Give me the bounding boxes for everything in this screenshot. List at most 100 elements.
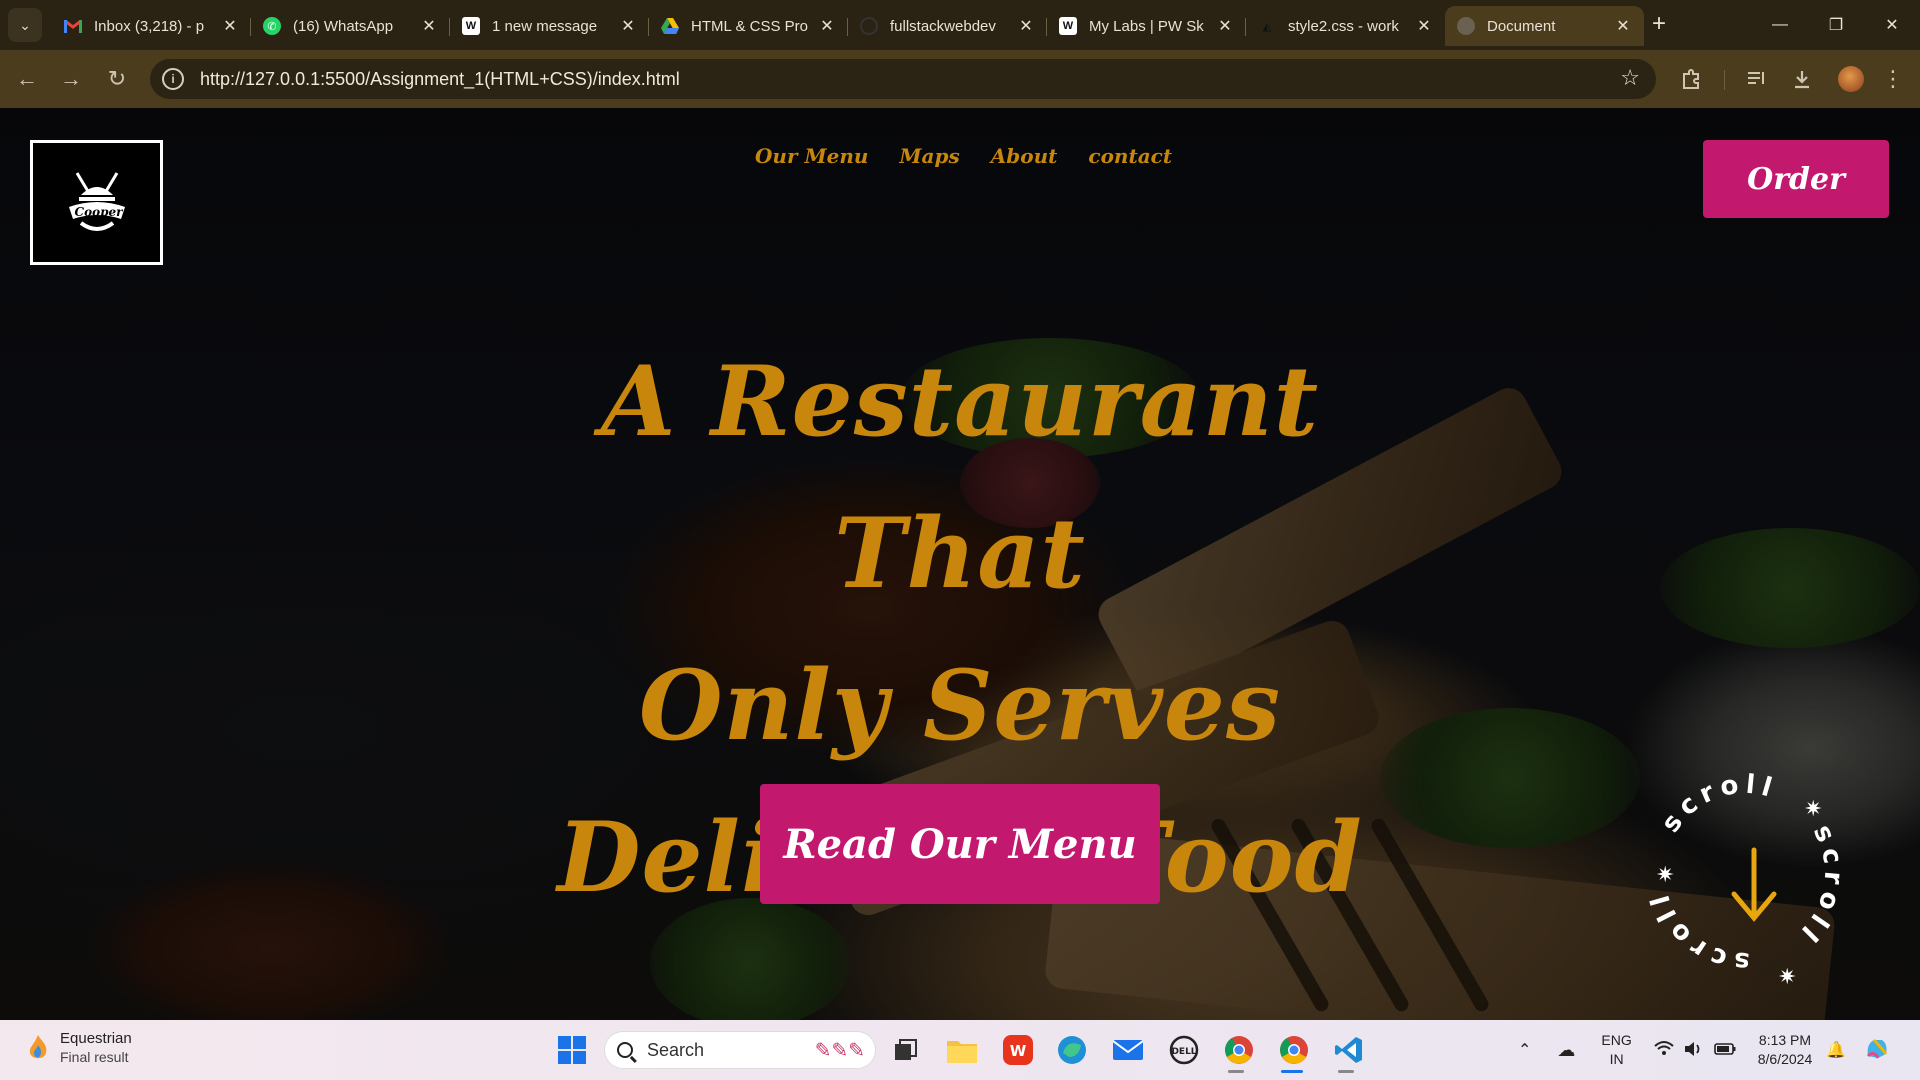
- tab-drive[interactable]: HTML & CSS Pro ✕: [649, 6, 848, 46]
- tab-whatsapp[interactable]: ✆ (16) WhatsApp ✕: [251, 6, 450, 46]
- extensions-icon[interactable]: [1676, 64, 1706, 94]
- close-tab-icon[interactable]: ✕: [818, 16, 836, 36]
- nav-link-contact[interactable]: contact: [1088, 144, 1172, 168]
- headline-line: A Restaurant That: [600, 345, 1320, 610]
- weather-widget[interactable]: Equestrian Final result: [26, 1030, 132, 1065]
- widget-title: Equestrian: [60, 1030, 132, 1047]
- back-icon[interactable]: ←: [12, 64, 42, 94]
- read-menu-button[interactable]: Read Our Menu: [760, 784, 1160, 904]
- search-highlight-icon: ✎✎✎: [814, 1040, 865, 1062]
- close-tab-icon[interactable]: ✕: [1415, 16, 1433, 36]
- tab-search-button[interactable]: ⌄: [8, 8, 42, 42]
- nav-link-about[interactable]: About: [991, 144, 1058, 168]
- taskbar-search[interactable]: Search ✎✎✎: [604, 1031, 876, 1069]
- tab-title: fullstackwebdev: [890, 17, 996, 35]
- reload-icon[interactable]: ↻: [102, 64, 132, 94]
- arrow-down-icon: [1731, 847, 1777, 922]
- scroll-ring-text: scroll: [1791, 820, 1842, 951]
- close-tab-icon[interactable]: ✕: [1216, 16, 1234, 36]
- wifi-icon[interactable]: [1654, 1040, 1674, 1061]
- system-tray: ⌃ ☁ ENG IN 8:13 PM 8/6/2024 🔔: [1518, 1020, 1890, 1080]
- volume-icon[interactable]: [1684, 1041, 1704, 1060]
- svg-text:✷: ✷: [1778, 964, 1796, 988]
- os-taskbar: Equestrian Final result Search ✎✎✎ W DEL…: [0, 1020, 1920, 1080]
- chrome-icon[interactable]: [1276, 1032, 1312, 1068]
- battery-icon[interactable]: [1713, 1042, 1736, 1058]
- nav-link-maps[interactable]: Maps: [899, 144, 959, 168]
- site-logo[interactable]: Cooper: [30, 140, 163, 265]
- minimize-icon[interactable]: —: [1752, 0, 1808, 50]
- restore-icon[interactable]: ❐: [1808, 0, 1864, 50]
- page-hero: Cooper Our Menu Maps About contact Order…: [0, 108, 1920, 1020]
- clock-date: 8/6/2024: [1757, 1051, 1813, 1067]
- order-button[interactable]: Order: [1703, 140, 1889, 218]
- close-window-icon[interactable]: ✕: [1864, 0, 1920, 50]
- tab-gmail[interactable]: Inbox (3,218) - p ✕: [52, 6, 251, 46]
- address-bar[interactable]: i http://127.0.0.1:5500/Assignment_1(HTM…: [150, 59, 1656, 99]
- pwskills-icon: W: [462, 17, 480, 35]
- svg-text:✷: ✷: [1656, 862, 1674, 887]
- download-icon[interactable]: [1787, 64, 1817, 94]
- tab-codesandbox[interactable]: ◭ style2.css - work ✕: [1246, 6, 1445, 46]
- scroll-indicator[interactable]: scroll scroll scroll ✷ ✷ ✷: [1630, 758, 1860, 988]
- whatsapp-icon: ✆: [263, 17, 281, 35]
- tab-title: Inbox (3,218) - p: [94, 17, 205, 35]
- browser-toolbar: ← → ↻ i http://127.0.0.1:5500/Assignment…: [0, 50, 1920, 108]
- new-tab-icon[interactable]: +: [1652, 12, 1666, 36]
- edge-icon[interactable]: [1054, 1032, 1090, 1068]
- language-indicator[interactable]: ENG IN: [1601, 1031, 1631, 1069]
- dell-icon[interactable]: DELL: [1166, 1032, 1202, 1068]
- forward-icon[interactable]: →: [56, 64, 86, 94]
- svg-text:scroll: scroll: [1656, 769, 1781, 838]
- start-icon[interactable]: [554, 1032, 590, 1068]
- nav-link-our-menu[interactable]: Our Menu: [755, 144, 868, 168]
- headline-line: Only Serves: [639, 649, 1281, 762]
- language-line: ENG: [1601, 1032, 1632, 1048]
- search-icon: [617, 1042, 633, 1058]
- codesandbox-icon: ◭: [1262, 20, 1272, 33]
- chevron-up-icon[interactable]: ⌃: [1518, 1040, 1531, 1060]
- task-view-icon[interactable]: [888, 1032, 924, 1068]
- notification-bell-icon[interactable]: 🔔: [1826, 1040, 1846, 1060]
- cloud-offline-icon[interactable]: ☁: [1557, 1040, 1575, 1061]
- browser-tabstrip: ⌄ Inbox (3,218) - p ✕ ✆ (16) WhatsApp ✕ …: [0, 0, 1920, 50]
- gmail-icon: [64, 17, 82, 35]
- pwskills-icon: W: [1059, 17, 1077, 35]
- profile-avatar[interactable]: [1838, 66, 1864, 92]
- wps-office-icon[interactable]: W: [1000, 1032, 1036, 1068]
- tab-github[interactable]: fullstackwebdev ✕: [848, 6, 1047, 46]
- file-explorer-icon[interactable]: [944, 1032, 980, 1068]
- tab-title: (16) WhatsApp: [293, 17, 394, 35]
- tab-title: Document: [1487, 17, 1556, 35]
- bookmark-star-icon[interactable]: ☆: [1620, 65, 1640, 91]
- clock-time: 8:13 PM: [1758, 1032, 1812, 1048]
- copilot-icon[interactable]: [1864, 1036, 1890, 1065]
- tab-list: Inbox (3,218) - p ✕ ✆ (16) WhatsApp ✕ W …: [52, 6, 1644, 46]
- tab-my-labs[interactable]: W My Labs | PW Sk ✕: [1047, 6, 1246, 46]
- tab-document[interactable]: Document ✕: [1445, 6, 1644, 46]
- reading-list-icon[interactable]: [1742, 64, 1772, 94]
- clock[interactable]: 8:13 PM 8/6/2024: [1758, 1031, 1813, 1069]
- svg-text:W: W: [1010, 1042, 1027, 1060]
- google-drive-icon: [661, 17, 679, 35]
- close-tab-icon[interactable]: ✕: [420, 16, 438, 36]
- close-tab-icon[interactable]: ✕: [221, 16, 239, 36]
- cooper-logo-icon: [68, 171, 125, 231]
- mail-icon[interactable]: [1110, 1032, 1146, 1068]
- tab-message[interactable]: W 1 new message ✕: [450, 6, 649, 46]
- scroll-ring-text: scroll: [1656, 769, 1775, 838]
- flame-icon: [29, 1034, 47, 1058]
- close-tab-icon[interactable]: ✕: [1017, 16, 1035, 36]
- scroll-ring-text: scroll: [1644, 886, 1745, 976]
- chrome-icon[interactable]: [1221, 1032, 1257, 1068]
- close-tab-icon[interactable]: ✕: [1614, 16, 1632, 36]
- site-info-icon[interactable]: i: [162, 68, 184, 90]
- url-text: http://127.0.0.1:5500/Assignment_1(HTML+…: [200, 68, 680, 89]
- svg-text:✷: ✷: [1804, 796, 1822, 821]
- more-menu-icon[interactable]: ⋮: [1878, 64, 1908, 94]
- vscode-icon[interactable]: [1331, 1032, 1367, 1068]
- logo-text: Cooper: [74, 205, 123, 219]
- window-controls: — ❐ ✕: [1752, 0, 1920, 50]
- tab-title: My Labs | PW Sk: [1089, 17, 1204, 35]
- close-tab-icon[interactable]: ✕: [619, 16, 637, 36]
